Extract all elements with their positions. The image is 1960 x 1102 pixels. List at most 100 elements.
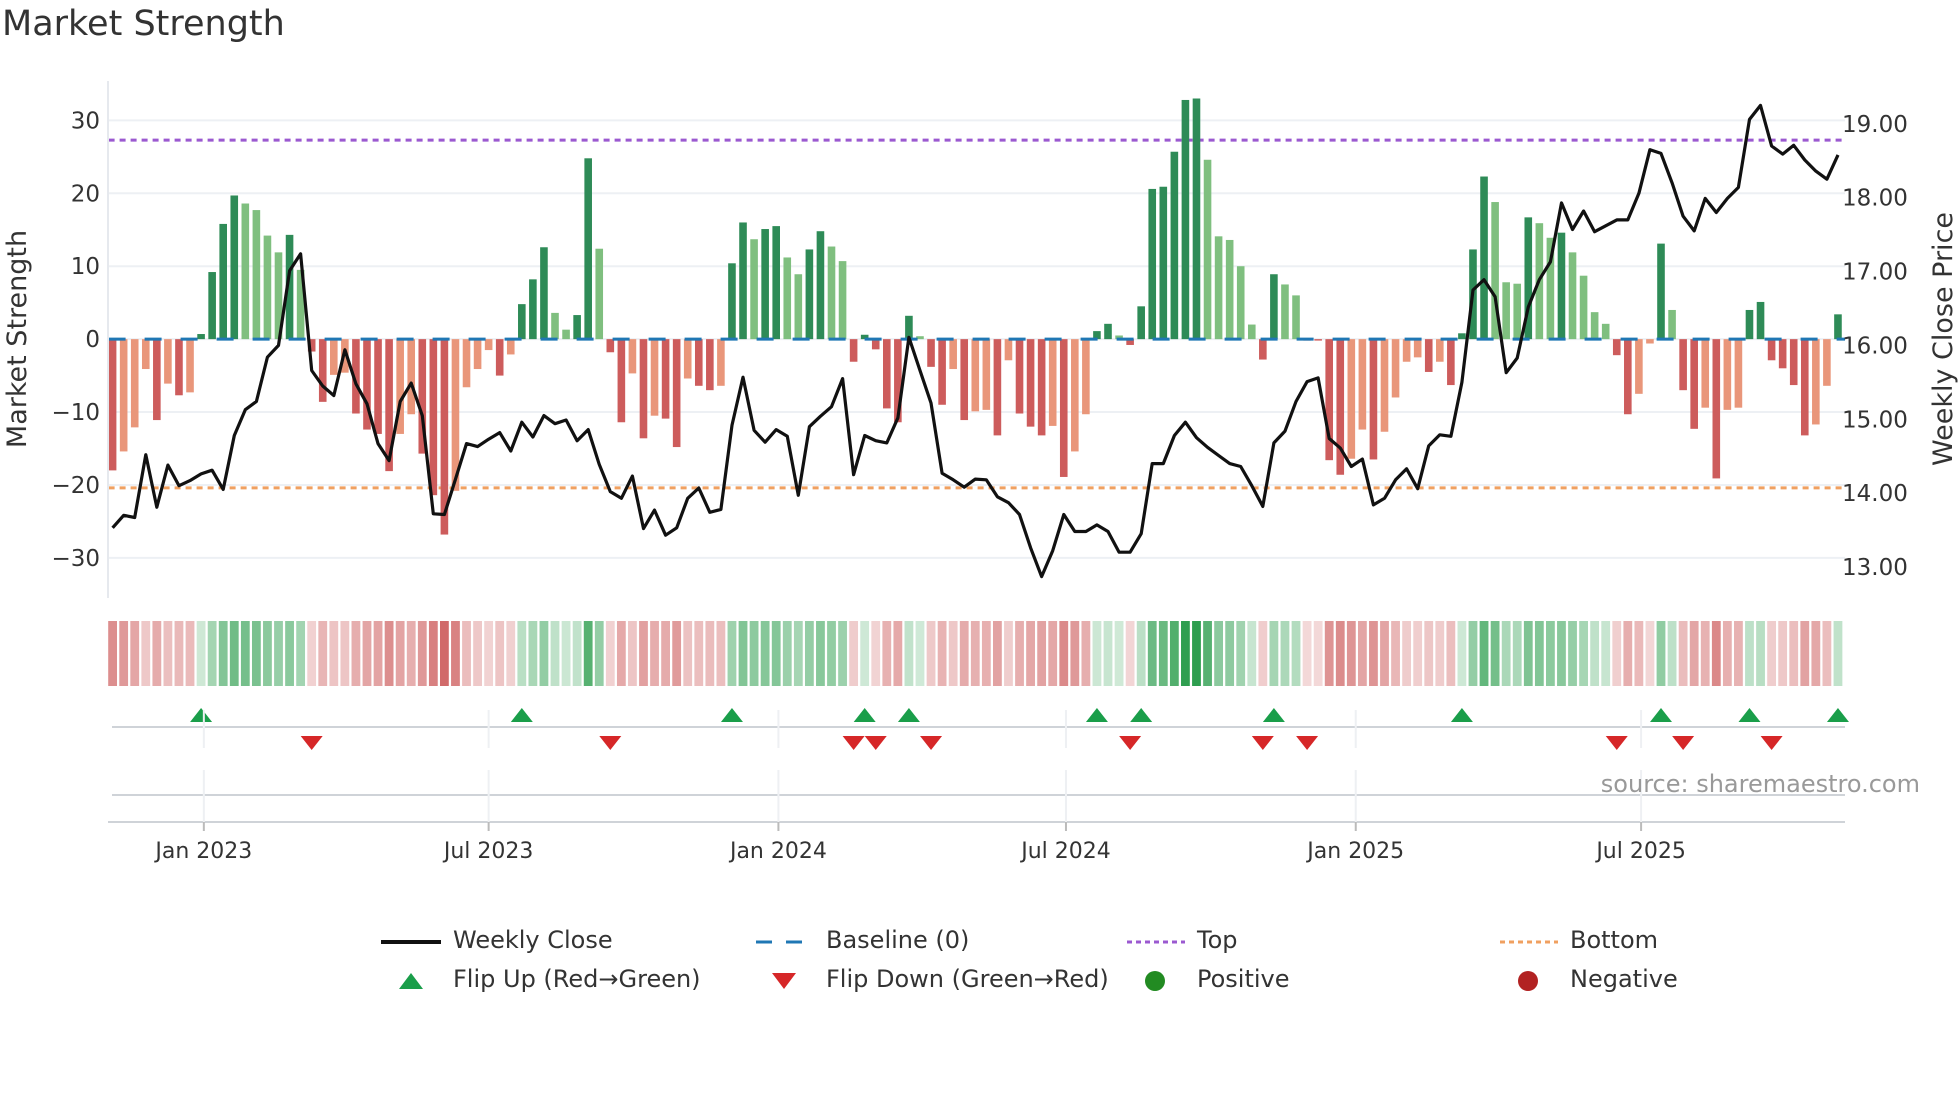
strength-bar (1778, 339, 1787, 369)
strength-bar (1767, 339, 1776, 361)
y-tick-label: 20 (71, 181, 100, 207)
strength-bar (650, 339, 659, 416)
flip-down-marker (1119, 736, 1142, 750)
strength-bar (407, 339, 416, 415)
strength-bar (484, 339, 493, 351)
strength-bar (1004, 339, 1013, 361)
strength-strip-cell (528, 621, 538, 686)
strength-strip-cell (605, 621, 615, 686)
strength-strip-cell (694, 621, 704, 686)
strength-bar (1104, 323, 1112, 340)
strength-bar (318, 339, 327, 402)
strength-bar (1502, 282, 1510, 340)
strength-strip-cell (937, 621, 947, 686)
strength-strip-cell (1214, 621, 1223, 686)
strength-strip-cell (417, 621, 427, 686)
strength-bar (1314, 339, 1322, 341)
strength-bar (871, 339, 880, 350)
strength-strip-cell (1092, 621, 1102, 686)
strength-strip-cell (119, 621, 129, 686)
strength-strip-cell (628, 621, 637, 686)
strength-strip-cell (771, 621, 781, 686)
strength-strip-cell (915, 621, 925, 686)
strength-bar (1380, 339, 1389, 432)
strength-strip-cell (1512, 621, 1522, 686)
strength-strip-cell (827, 621, 836, 686)
flip-up-marker (1130, 708, 1153, 722)
flip-down-marker (1672, 736, 1695, 750)
y-tick-label: −20 (51, 473, 100, 499)
flip-up-marker (510, 708, 533, 722)
flip-up-marker (1085, 708, 1108, 722)
strength-strip-cell (849, 621, 859, 686)
strength-bar (1071, 339, 1079, 452)
strength-strip-cell (749, 621, 759, 686)
strength-bar (595, 248, 604, 340)
strength-strip-cell (738, 621, 748, 686)
y2-tick-label: 16.00 (1842, 333, 1908, 359)
strength-bar (927, 339, 935, 367)
strength-bar (1026, 339, 1035, 427)
strength-strip-cell (130, 621, 140, 686)
strength-strip-cell (1402, 621, 1412, 686)
flip-down-marker (599, 736, 622, 750)
strength-bar (1557, 232, 1566, 340)
strength-strip-cell (1745, 621, 1754, 686)
strength-bar (805, 249, 814, 340)
strength-bar (1568, 252, 1577, 340)
strength-bar (1436, 339, 1444, 362)
strength-bar (1015, 339, 1024, 414)
strength-bar (518, 304, 526, 340)
strength-bar (1646, 339, 1654, 344)
strength-bar (1756, 301, 1765, 340)
strength-strip-cell (1114, 621, 1124, 686)
strength-strip-cell (1247, 621, 1257, 686)
flip-down-marker (864, 736, 887, 750)
strength-strip-cell (1015, 621, 1024, 686)
strength-strip-cell (1070, 621, 1080, 686)
strength-strip-cell (1601, 621, 1611, 686)
strength-strip-cell (1236, 621, 1246, 686)
strength-strip-cell (1324, 621, 1334, 686)
strength-bar (1612, 339, 1621, 356)
strength-strip-cell (650, 621, 659, 686)
strength-bar (628, 339, 637, 374)
strength-strip-cell (860, 621, 870, 686)
strength-strip-cell (672, 621, 682, 686)
strength-strip-cell (1413, 621, 1423, 686)
strength-bar (130, 339, 139, 428)
strength-strip-cell (1800, 621, 1810, 686)
strength-bar (1402, 339, 1411, 362)
strength-strip-cell (1369, 621, 1378, 686)
strength-strip-cell (440, 621, 449, 686)
strength-bar (1203, 159, 1212, 340)
flip-down-marker (1296, 736, 1319, 750)
strength-bar (208, 272, 216, 340)
strength-strip-cell (1380, 621, 1389, 686)
strength-bar (1270, 274, 1278, 340)
strength-strip-cell (406, 621, 416, 686)
strength-strip-cell (1523, 621, 1533, 686)
strength-bar (1247, 324, 1256, 340)
strength-bar (1292, 295, 1300, 340)
strength-strip-cell (1391, 621, 1400, 686)
strength-strip-cell (1280, 621, 1290, 686)
strength-bar (562, 329, 570, 340)
strength-bar (717, 339, 725, 386)
strength-bar (1391, 339, 1400, 398)
y2-tick-label: 17.00 (1842, 260, 1908, 286)
strength-bar (1800, 339, 1809, 436)
strength-bar (728, 263, 736, 340)
strength-bar (1679, 339, 1687, 391)
strength-strip-cell (185, 621, 195, 686)
strength-bar (1734, 339, 1743, 408)
strength-strip-cell (473, 621, 482, 686)
strength-strip-cell (1822, 621, 1832, 686)
strength-bar (1701, 339, 1710, 408)
strength-strip-cell (1446, 621, 1456, 686)
strength-bar (1259, 339, 1267, 360)
strength-bar (1137, 306, 1145, 340)
strength-strip-cell (1811, 621, 1821, 686)
strength-strip-cell (1059, 621, 1069, 686)
x-tick-label: Jul 2025 (1594, 839, 1686, 864)
